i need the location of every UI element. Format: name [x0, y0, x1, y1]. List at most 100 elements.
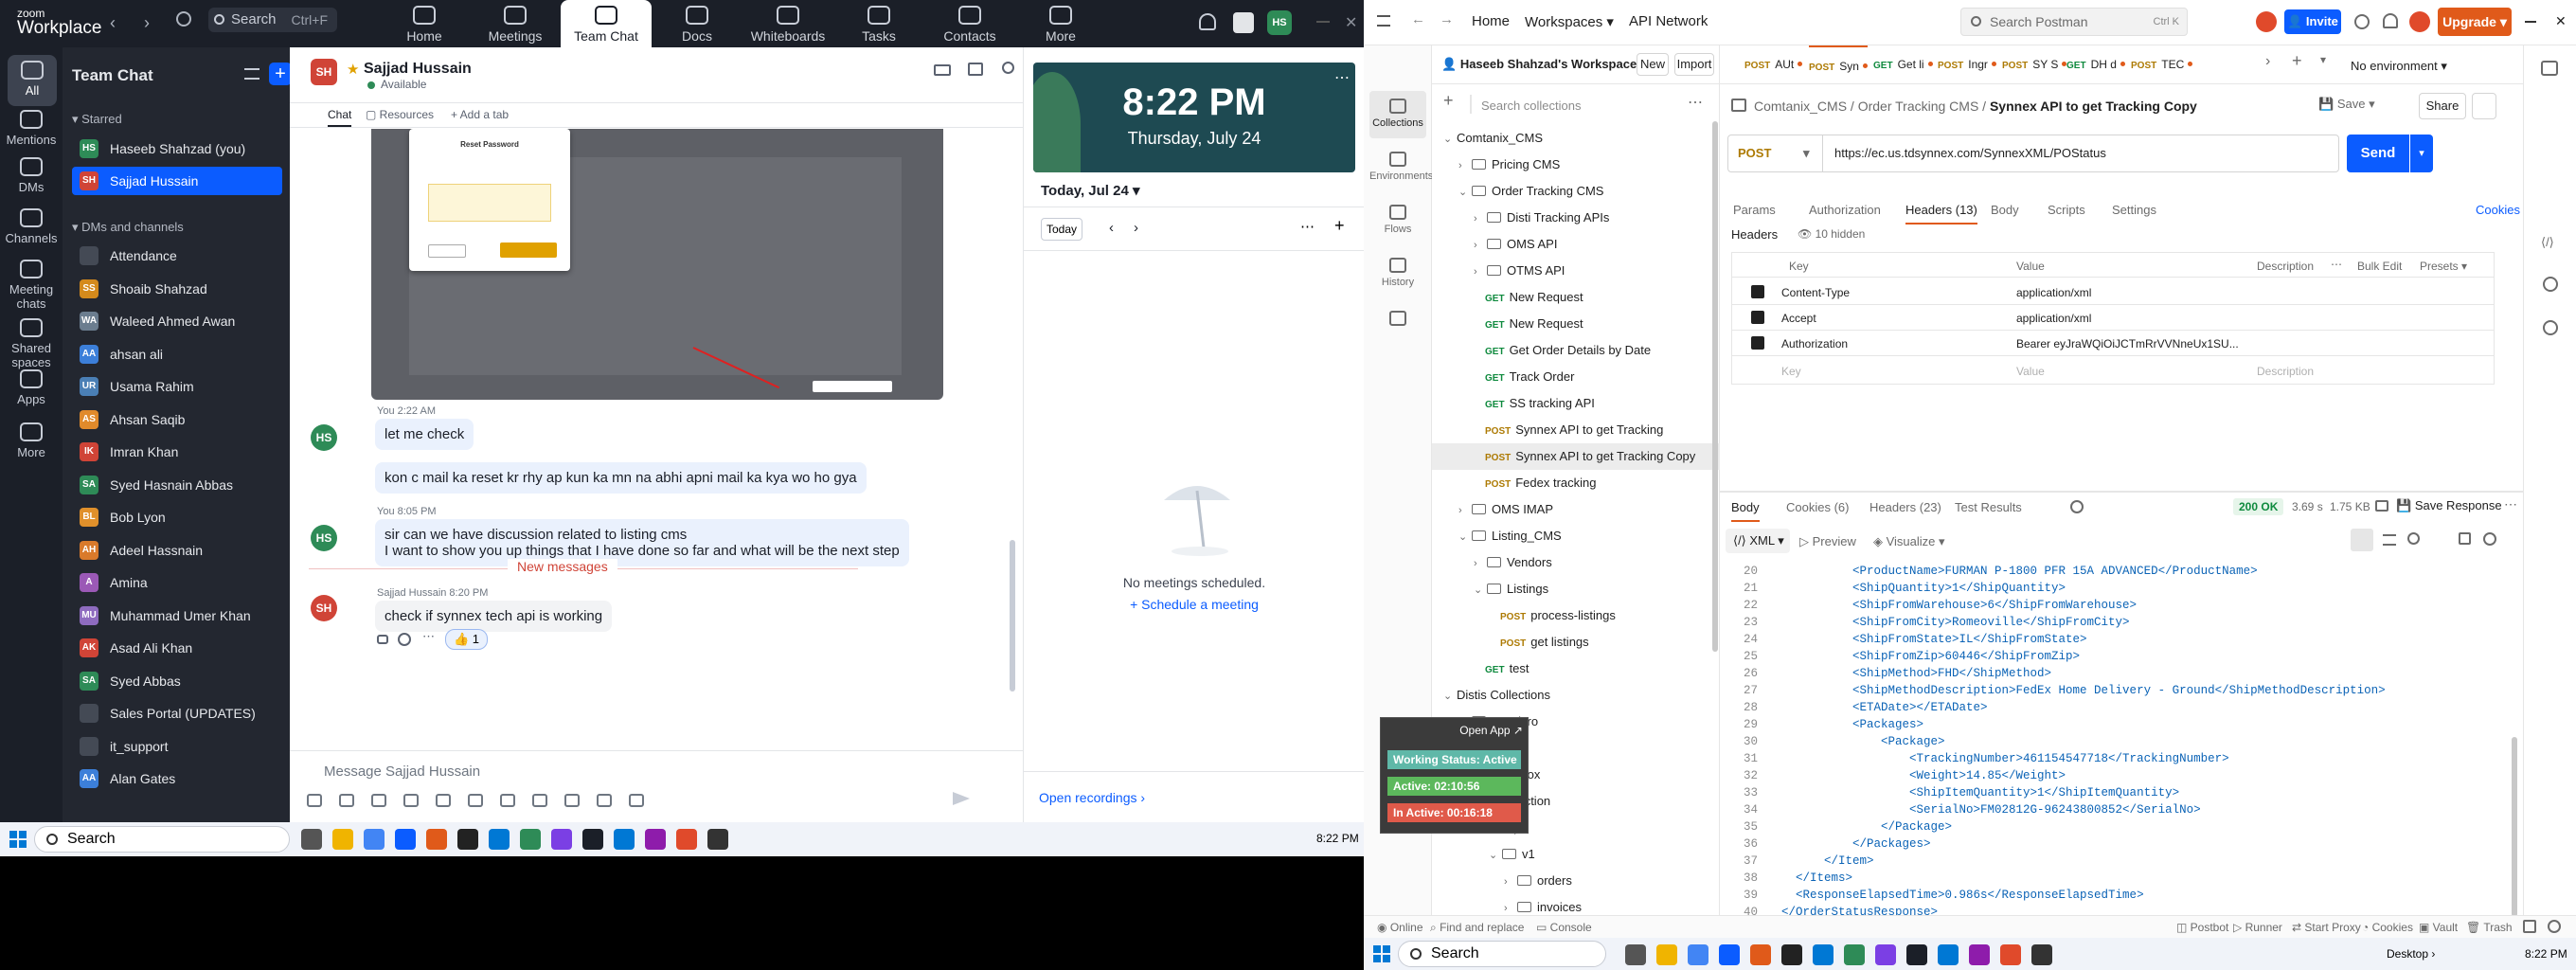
console[interactable]: ▭ Console — [1536, 921, 1592, 934]
save-response-button[interactable]: 💾 Save Response — [2396, 498, 2502, 513]
tab-add[interactable]: + Add a tab — [451, 108, 509, 121]
code-line[interactable]: <Weight>14.85</Weight> — [1767, 767, 2066, 784]
sidebar-item[interactable]: AK Asad Ali Khan — [72, 634, 282, 662]
sidebar-item[interactable]: UR Usama Rahim — [72, 372, 282, 401]
menu-icon[interactable] — [1377, 15, 1390, 27]
taskbar-app-icon[interactable] — [426, 829, 447, 850]
hidden-headers-toggle[interactable]: 👁 10 hidden — [1798, 227, 1865, 241]
sidebar-item[interactable]: WA Waleed Ahmed Awan — [72, 307, 282, 335]
send-message-icon[interactable] — [953, 792, 970, 805]
tab-chat[interactable]: Chat — [328, 108, 352, 127]
code-line[interactable]: </Item> — [1767, 853, 1874, 870]
send-options-icon[interactable]: ▾ — [2410, 135, 2433, 172]
link-icon[interactable] — [2472, 93, 2496, 119]
request-item[interactable]: POST Synnex API to get Tracking Copy — [1432, 443, 1720, 470]
reply-icon[interactable] — [377, 635, 388, 644]
response-scrollbar[interactable] — [2512, 737, 2517, 917]
request-item[interactable]: GET New Request — [1432, 311, 1720, 337]
sidebar-item[interactable]: AH Adeel Hassnain — [72, 536, 282, 565]
collection-folder[interactable]: › Pricing CMS — [1432, 152, 1720, 178]
code-snippet-icon[interactable]: ⟨/⟩ — [2541, 235, 2554, 250]
req-tab-headers[interactable]: Headers (13) — [1905, 203, 1977, 225]
code-line[interactable]: <ShipMethod>FHD</ShipMethod> — [1767, 665, 2051, 682]
pm-rail-environments[interactable]: Environments — [1369, 144, 1433, 191]
code-line[interactable]: <ShipQuantity>1</ShipQuantity> — [1767, 580, 2066, 597]
tab-resources[interactable]: ▢ Resources — [366, 108, 434, 121]
header-key[interactable]: Content-Type — [1781, 286, 1850, 299]
calendar-more-icon[interactable]: ⋯ — [1300, 218, 1315, 235]
rail-mentions[interactable]: Mentions — [0, 110, 63, 147]
message-composer[interactable]: Message Sajjad Hussain — [324, 763, 480, 780]
forward-arrow-icon[interactable]: › — [144, 13, 150, 33]
open-app-link[interactable]: Open App ↗ — [1381, 724, 1523, 737]
copy-icon[interactable] — [2459, 532, 2471, 545]
taskbar-app-icon[interactable] — [1813, 944, 1834, 965]
code-line[interactable]: <ShipItemQuantity>1</ShipItemQuantity> — [1767, 784, 2179, 801]
new-button[interactable]: New — [1637, 53, 1669, 76]
video-message-icon[interactable] — [500, 794, 515, 807]
taskbar-app-icon[interactable] — [1969, 944, 1990, 965]
collection-search[interactable]: Search collections — [1481, 99, 1582, 113]
code-line[interactable]: </Package> — [1767, 818, 1952, 835]
prev-day-icon[interactable]: ‹ — [1109, 220, 1114, 236]
sidebar-item[interactable]: IK Imran Khan — [72, 438, 282, 466]
status-badge[interactable]: 200 OK — [2233, 498, 2284, 515]
sidebar-item[interactable]: AA Alan Gates — [72, 764, 282, 793]
gif-icon[interactable] — [371, 794, 386, 807]
invite-button[interactable]: 👤 Invite — [2284, 9, 2341, 34]
next-day-icon[interactable]: › — [1134, 220, 1138, 236]
sidebar-item[interactable]: SH Sajjad Hussain — [72, 167, 282, 195]
tab-home[interactable]: Home — [379, 0, 470, 47]
taskbar-app-icon[interactable] — [489, 829, 510, 850]
postman-logo-icon[interactable] — [2256, 11, 2277, 32]
sidebar-item[interactable]: HS Haseeb Shahzad (you) — [72, 135, 282, 163]
user-avatar[interactable]: HS — [1267, 10, 1292, 35]
code-line[interactable]: <Packages> — [1767, 716, 1923, 733]
taskbar-app-icon[interactable] — [1781, 944, 1802, 965]
collection-folder[interactable]: › Disti Tracking APIs — [1432, 205, 1720, 231]
app-icon[interactable] — [597, 794, 612, 807]
text-format-icon[interactable] — [307, 794, 322, 807]
message-bubble[interactable]: sir can we have discussion related to li… — [375, 519, 909, 566]
breadcrumb-item[interactable]: Comtanix_CMS — [1754, 99, 1847, 114]
new-value-input[interactable]: Value — [2016, 365, 2045, 378]
new-tab-icon[interactable]: + — [2292, 51, 2302, 71]
breadcrumb-item[interactable]: Order Tracking CMS — [1858, 99, 1979, 114]
preview-tab[interactable]: ▷ Preview — [1799, 534, 1856, 549]
cookies-link[interactable]: Cookies — [2476, 203, 2520, 217]
runner[interactable]: ▷ Runner — [2233, 921, 2282, 934]
table-more-icon[interactable]: ⋯ — [2331, 258, 2342, 271]
tab-scroll-right-icon[interactable]: › — [2265, 53, 2270, 70]
code-icon[interactable] — [532, 794, 547, 807]
taskbar-app-icon[interactable] — [1625, 944, 1646, 965]
collection-folder[interactable]: › OMS API — [1432, 231, 1720, 258]
info-icon[interactable] — [2543, 320, 2558, 335]
resp-tab[interactable]: Headers (23) — [1869, 500, 1941, 514]
code-line[interactable]: <ProductName>FURMAN P-1800 PFR 15A ADVAN… — [1767, 563, 2258, 580]
sidebar-item[interactable]: MU Muhammad Umer Khan — [72, 602, 282, 630]
vault[interactable]: ▣ Vault — [2419, 921, 2458, 934]
tab-more[interactable]: More — [1015, 0, 1106, 47]
chat-scrollbar[interactable] — [1010, 540, 1015, 692]
pm-rail-collections[interactable]: Collections — [1369, 91, 1426, 138]
req-tab-authorization[interactable]: Authorization — [1809, 203, 1881, 217]
schedule-meeting-link[interactable]: + Schedule a meeting — [1024, 597, 1364, 612]
taskbar-app-icon[interactable] — [676, 829, 697, 850]
find-replace[interactable]: ⌕ Find and replace — [1430, 921, 1524, 935]
sidebar-item[interactable]: A Amina — [72, 568, 282, 597]
code-line[interactable]: </Packages> — [1767, 835, 1931, 853]
mic-icon[interactable] — [468, 794, 483, 807]
sidebar-item[interactable]: BL Bob Lyon — [72, 503, 282, 531]
whiteboard-app-icon[interactable] — [1233, 12, 1254, 33]
req-tab-body[interactable]: Body — [1991, 203, 2019, 217]
emoji-react-icon[interactable] — [398, 633, 411, 646]
shared-screenshot-image[interactable]: Reset Password — [371, 129, 943, 400]
video-call-icon[interactable] — [934, 64, 951, 76]
back-arrow-icon[interactable]: ← — [1411, 11, 1425, 27]
environment-select[interactable]: No environment ▾ — [2351, 59, 2447, 74]
sidebar-item[interactable]: SA Syed Hasnain Abbas — [72, 471, 282, 499]
code-line[interactable]: <ShipFromWarehouse>6</ShipFromWarehouse> — [1767, 597, 2137, 614]
rail-all[interactable]: All — [8, 55, 57, 106]
tab-docs[interactable]: Docs — [652, 0, 742, 47]
taskbar-app-icon[interactable] — [614, 829, 635, 850]
